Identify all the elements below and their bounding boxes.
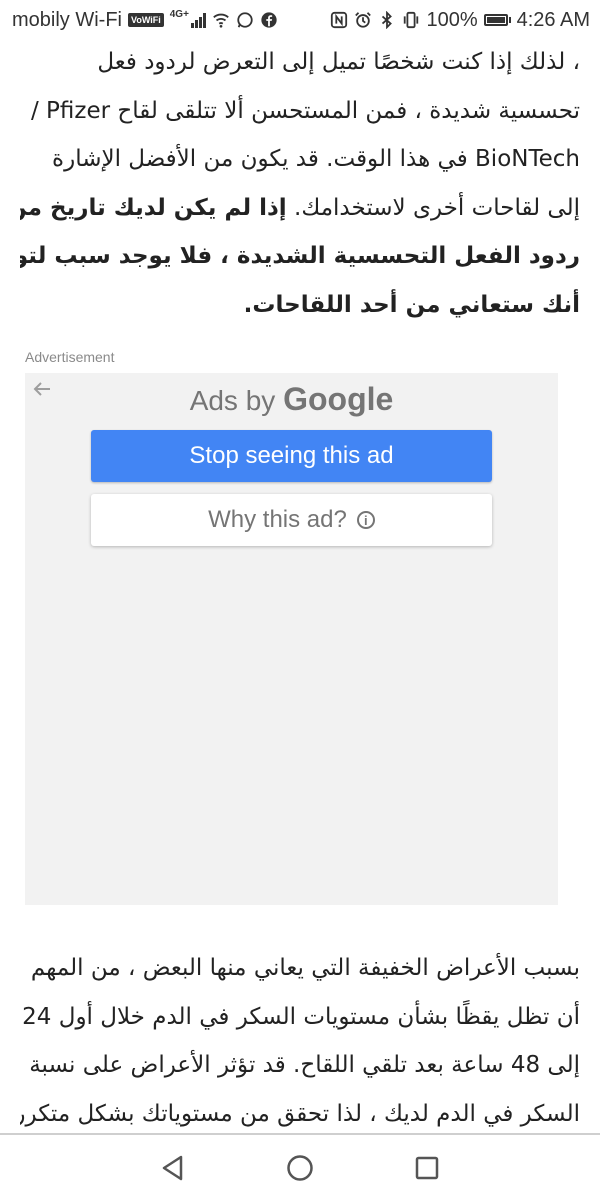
back-icon: [163, 1155, 183, 1180]
stop-seeing-ad-label: Stop seeing this ad: [189, 442, 394, 469]
wifi-icon: [213, 13, 229, 28]
article-line: ، لذلك إذا كنت شخصًا تميل إلى التعرض لرد…: [97, 49, 580, 75]
ads-by-label: Ads by: [189, 385, 276, 416]
facebook-icon: [261, 12, 277, 28]
home-icon: [287, 1154, 313, 1181]
article-line: BioNTech في هذا الوقت. قد يكون من الأفضل…: [52, 146, 580, 172]
battery-icon: [483, 14, 511, 26]
nav-back-button[interactable]: [156, 1151, 190, 1185]
status-bar: mobily Wi-Fi VoWiFi 4G+ 100% 4:26 AM: [0, 0, 600, 40]
article-bold-line: ردود الفعل التحسسية الشديدة ، فلا يوجد س…: [20, 243, 580, 269]
battery-percent: 100%: [426, 8, 478, 31]
article-text-bottom: بسبب الأعراض الخفيفة التي يعاني منها الب…: [20, 944, 580, 1138]
nav-recents-button[interactable]: [410, 1151, 444, 1185]
ads-by-google: Ads by Google: [25, 381, 558, 418]
article-line: إلى 48 ساعة بعد تلقي اللقاح. قد تؤثر الأ…: [29, 1052, 580, 1078]
google-logo: Google: [283, 381, 394, 417]
nfc-icon: [331, 11, 348, 29]
why-this-ad-label: Why this ad?: [208, 506, 347, 533]
article-text-top: ، لذلك إذا كنت شخصًا تميل إلى التعرض لرد…: [20, 38, 580, 329]
signal-icon: [190, 12, 206, 28]
clock: 4:26 AM: [516, 8, 590, 31]
ad-container: Ads by Google Stop seeing this ad Why th…: [25, 373, 558, 905]
article-line: تحسسية شديدة ، فمن المستحسن ألا تتلقى لق…: [30, 97, 580, 124]
stop-seeing-ad-button[interactable]: Stop seeing this ad: [91, 430, 492, 482]
article-bold-text: إذا لم يكن لديك تاريخ من: [20, 194, 287, 221]
bluetooth-icon: [382, 11, 393, 29]
vibrate-icon: [404, 11, 419, 29]
advertisement-label: Advertisement: [25, 349, 115, 365]
nav-home-button[interactable]: [283, 1151, 317, 1185]
article-bold-line: أنك ستعاني من أحد اللقاحات.: [243, 291, 580, 318]
recents-icon: [415, 1156, 438, 1179]
article-line: أن تظل يقظًا بشأن مستويات السكر في الدم …: [22, 1003, 580, 1030]
info-icon: i: [356, 511, 375, 529]
navigation-bar: [0, 1135, 600, 1200]
whatsapp-icon: [237, 12, 253, 28]
carrier-label: mobily Wi-Fi: [12, 8, 122, 31]
why-this-ad-button[interactable]: Why this ad? i: [91, 494, 492, 546]
volte-badge: VoWiFi: [128, 13, 164, 27]
article-line-mixed: إلى لقاحات أخرى لاستخدامك. إذا لم يكن لد…: [20, 184, 580, 233]
status-bar-right: 100% 4:26 AM: [330, 9, 590, 32]
article-line: بسبب الأعراض الخفيفة التي يعاني منها الب…: [30, 955, 580, 981]
article-line-plain: إلى لقاحات أخرى لاستخدامك.: [294, 194, 580, 221]
alarm-icon: [355, 12, 372, 28]
status-bar-left: mobily Wi-Fi VoWiFi 4G+: [12, 9, 278, 32]
network-type: 4G+: [169, 8, 189, 20]
article-line: السكر في الدم لديك ، لذا تحقق من مستويات…: [20, 1100, 580, 1127]
